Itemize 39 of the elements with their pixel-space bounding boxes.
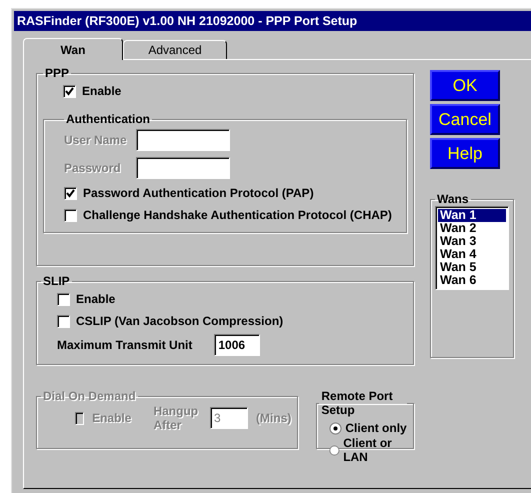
- radio-button[interactable]: [329, 444, 340, 456]
- list-box[interactable]: Wan 1 Wan 2 Wan 3 Wan 4 Wan 5 Wan 6: [435, 206, 509, 290]
- list-item[interactable]: Wan 2: [438, 222, 506, 235]
- checkbox[interactable]: [57, 292, 70, 306]
- tab[interactable]: Advanced: [123, 40, 227, 59]
- field-label: User Name: [64, 133, 128, 147]
- checkbox-label: Enable: [76, 292, 116, 306]
- group-title: Wans: [436, 192, 470, 206]
- field-label: Hangup After: [153, 404, 200, 432]
- checkbox[interactable]: [64, 208, 77, 222]
- group-title: Authentication: [65, 112, 151, 126]
- list-item[interactable]: Wan 3: [438, 235, 506, 248]
- checkbox[interactable]: [57, 314, 70, 328]
- list-item[interactable]: Wan 6: [438, 274, 506, 287]
- radio-button[interactable]: [329, 422, 342, 434]
- list-item[interactable]: Wan 5: [438, 261, 506, 274]
- checkbox-label: CSLIP (Van Jacobson Compression): [76, 314, 284, 328]
- checkbox-label: Enable: [92, 411, 132, 425]
- group-title: SLIP: [42, 274, 71, 288]
- field-label: Password: [64, 161, 122, 175]
- radio-label: Client or LAN: [343, 436, 393, 464]
- checkbox[interactable]: [63, 84, 76, 98]
- field-label: Maximum Transmit Unit: [57, 338, 192, 352]
- group-title: Remote Port Setup: [320, 389, 394, 417]
- list-item[interactable]: Wan 4: [438, 248, 506, 261]
- checkbox-label: Password Authentication Protocol (PAP): [83, 186, 314, 200]
- checkbox-label: Enable: [82, 84, 122, 98]
- window-title: RASFinder (RF300E) v1.00 NH 21092000 - PPP Port Setup: [17, 14, 358, 28]
- group-title: PPP: [44, 66, 70, 80]
- dialog-button[interactable]: Cancel: [430, 104, 500, 135]
- list-item[interactable]: Wan 1: [438, 209, 506, 222]
- dialog-button[interactable]: Help: [430, 138, 500, 169]
- checkbox-label: Challenge Handshake Authentication Protocol (CHAP): [83, 208, 392, 222]
- checkbox[interactable]: [64, 186, 77, 200]
- unit-label: (Mins): [256, 411, 292, 425]
- radio-label: Client only: [345, 421, 407, 435]
- tab[interactable]: Wan: [23, 38, 123, 60]
- dialog-button[interactable]: OK: [430, 70, 500, 101]
- input-field[interactable]: 1006: [214, 334, 260, 356]
